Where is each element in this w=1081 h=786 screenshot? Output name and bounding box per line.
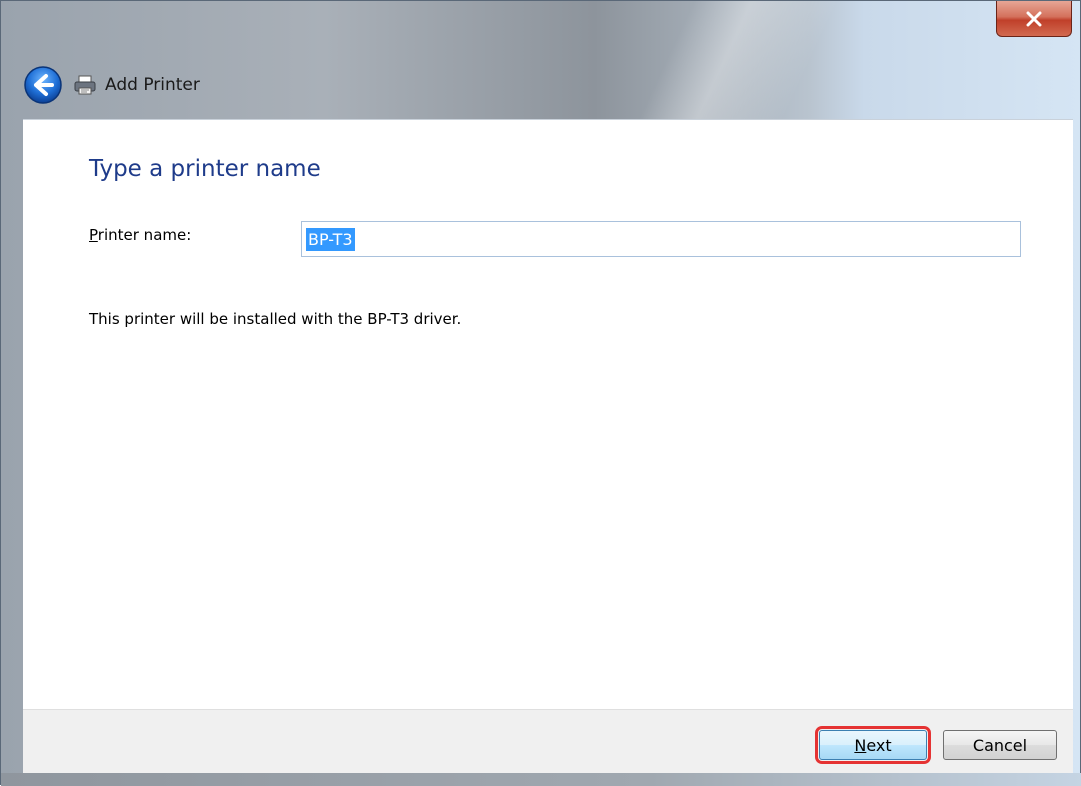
next-button-rest: ext xyxy=(866,735,892,755)
printer-icon xyxy=(74,75,96,95)
printer-name-input[interactable]: BP-T3 xyxy=(301,221,1021,257)
back-arrow-icon[interactable] xyxy=(23,65,63,105)
printer-name-selected-text: BP-T3 xyxy=(306,227,355,251)
window-title: Add Printer xyxy=(105,75,200,95)
title-bar: Add Printer xyxy=(23,63,200,107)
printer-name-label-accel: P xyxy=(89,226,98,244)
wizard-content: Type a printer name Printer name: BP-T3 … xyxy=(23,119,1073,710)
wizard-footer: Next Cancel xyxy=(23,709,1073,774)
add-printer-window: Add Printer Type a printer name Printer … xyxy=(0,0,1081,786)
close-icon xyxy=(1026,11,1042,26)
window-frame-bottom xyxy=(1,773,1081,786)
printer-name-label-rest: rinter name: xyxy=(97,226,192,244)
next-button-accel: N xyxy=(854,735,867,755)
driver-info-text: This printer will be installed with the … xyxy=(89,310,462,328)
page-heading: Type a printer name xyxy=(89,156,321,182)
next-button[interactable]: Next xyxy=(815,726,931,764)
cancel-button[interactable]: Cancel xyxy=(943,730,1057,760)
printer-name-label: Printer name: xyxy=(89,226,191,244)
close-button[interactable] xyxy=(996,1,1072,37)
